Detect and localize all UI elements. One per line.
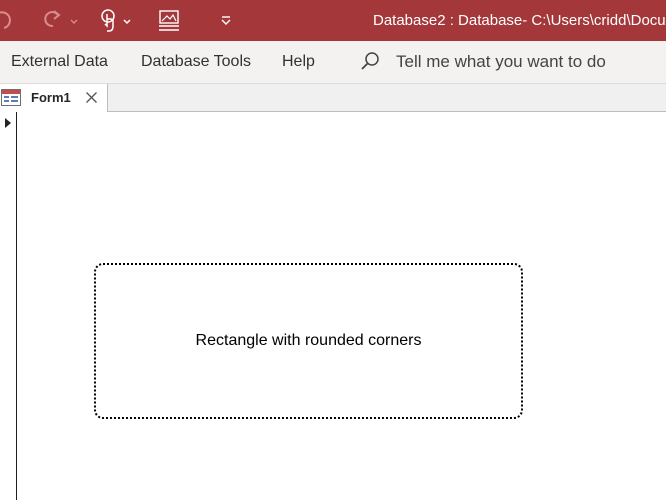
document-tab-strip: Form1 xyxy=(0,84,666,112)
form-view-button[interactable] xyxy=(154,0,184,41)
customize-toolbar-icon xyxy=(219,9,233,33)
tab-help[interactable]: Help xyxy=(282,41,315,83)
tab-form1-label: Form1 xyxy=(31,90,71,105)
touch-mouse-mode-button[interactable] xyxy=(92,0,138,41)
search-icon xyxy=(358,50,382,74)
tab-database-tools[interactable]: Database Tools xyxy=(141,41,251,83)
undo-button[interactable] xyxy=(0,0,14,41)
form-left-border xyxy=(16,112,17,500)
customize-toolbar-button[interactable] xyxy=(216,0,236,41)
form-icon xyxy=(1,89,21,106)
undo-icon xyxy=(0,9,14,33)
redo-button[interactable] xyxy=(36,0,82,41)
close-icon[interactable] xyxy=(85,91,98,104)
ribbon-tab-bar: External Data Database Tools Help Tell m… xyxy=(0,41,666,84)
record-selector-arrow-icon xyxy=(4,116,12,128)
redo-icon xyxy=(39,9,69,33)
chevron-down-icon xyxy=(69,9,79,33)
chevron-down-icon xyxy=(121,9,133,33)
rounded-rectangle-label: Rectangle with rounded corners xyxy=(195,332,422,349)
form-view-icon xyxy=(157,9,181,33)
rounded-rectangle-shape[interactable]: Rectangle with rounded corners xyxy=(94,263,523,419)
form-design-canvas[interactable]: Rectangle with rounded corners xyxy=(0,112,666,500)
tab-external-data[interactable]: External Data xyxy=(11,41,108,83)
tab-form1[interactable]: Form1 xyxy=(0,84,108,112)
tell-me-search[interactable]: Tell me what you want to do xyxy=(358,41,606,83)
tell-me-placeholder: Tell me what you want to do xyxy=(396,52,606,71)
access-window: Database2 : Database- C:\Users\cridd\Doc… xyxy=(0,0,666,500)
touch-mouse-mode-icon xyxy=(97,8,121,34)
title-bar: Database2 : Database- C:\Users\cridd\Doc… xyxy=(0,0,666,41)
window-title: Database2 : Database- C:\Users\cridd\Doc… xyxy=(373,12,666,29)
